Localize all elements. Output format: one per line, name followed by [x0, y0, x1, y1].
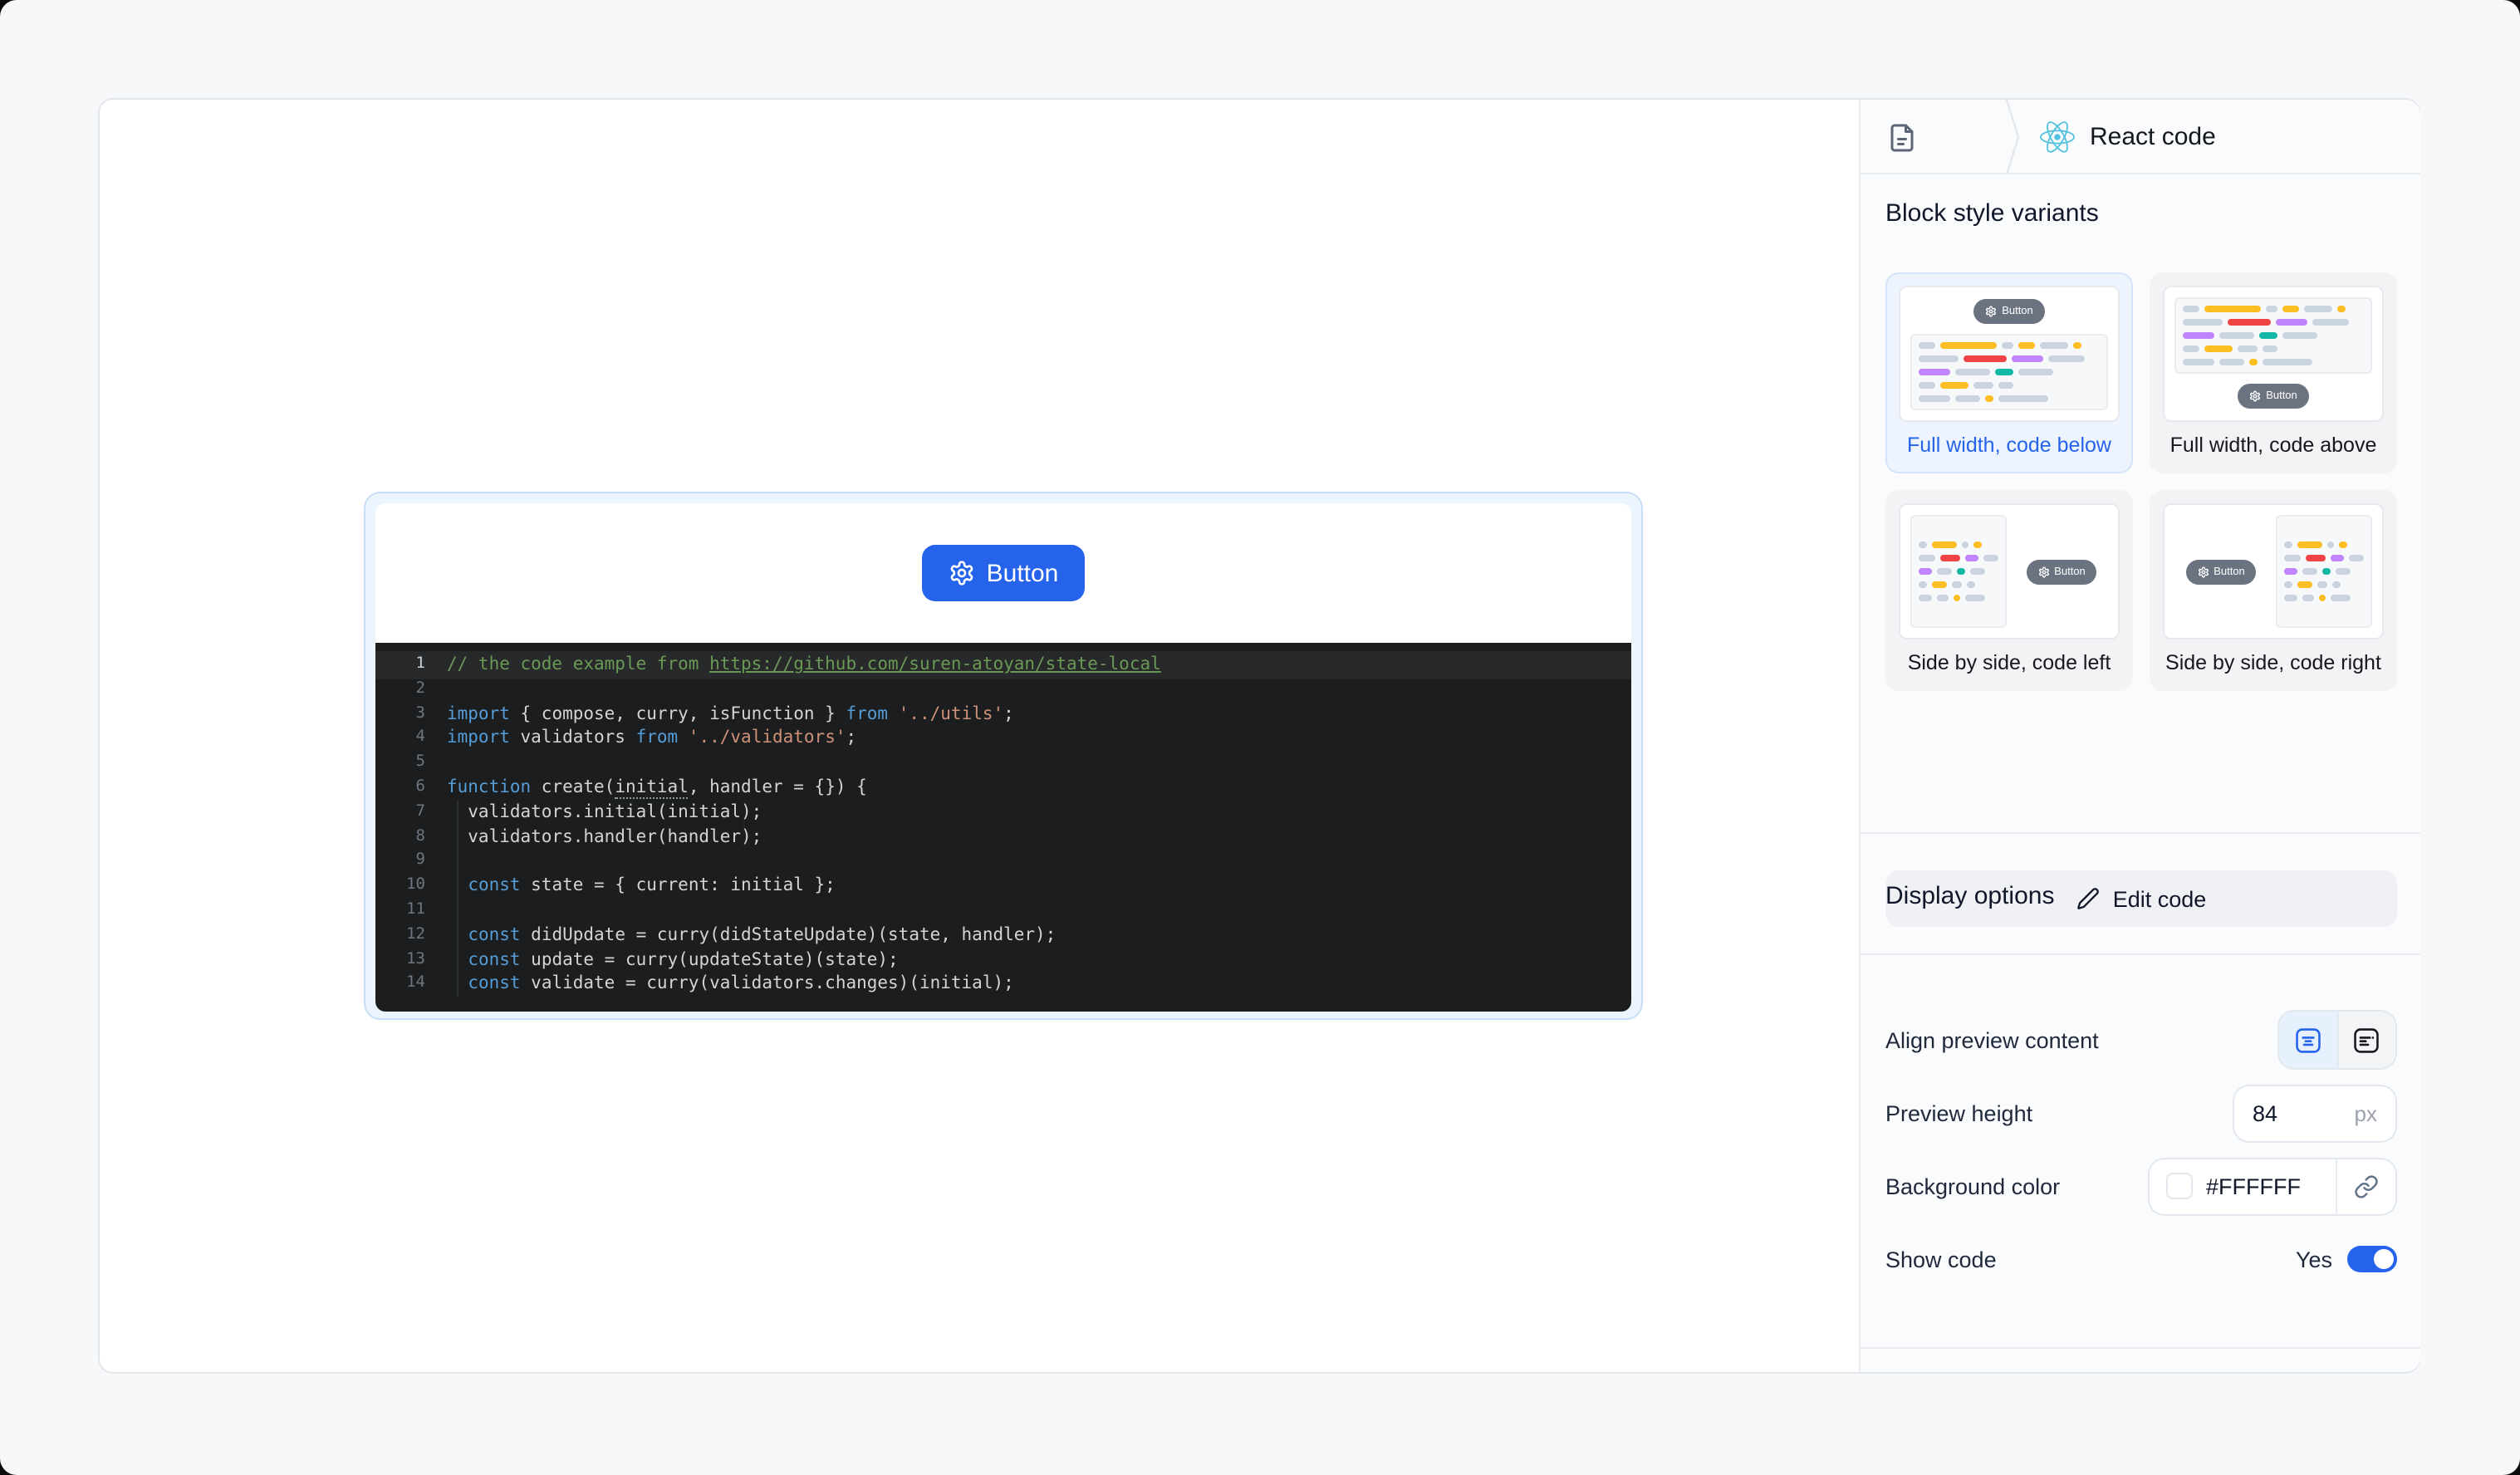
show-code-control: Yes [2296, 1246, 2397, 1272]
color-swatch[interactable] [2166, 1173, 2193, 1199]
background-color-row: Background color #FFFFFF [1885, 1156, 2397, 1216]
app-background: Button 1// the code example from https:/… [0, 0, 2520, 1475]
pencil-icon [2076, 888, 2099, 909]
align-left-option[interactable] [2336, 1012, 2395, 1068]
preview-height-unit: px [2354, 1100, 2377, 1125]
link-color-button[interactable] [2336, 1159, 2395, 1213]
variant-full-width-code-below[interactable]: Button Full width, code below [1885, 272, 2133, 473]
editor-window: Button 1// the code example from https:/… [98, 98, 2420, 1374]
selected-code-block[interactable]: Button 1// the code example from https:/… [364, 492, 1643, 1020]
variants-heading: Block style variants [1885, 199, 2099, 228]
display-options-heading: Display options [1885, 882, 2055, 910]
show-code-label: Show code [1885, 1247, 1997, 1272]
align-preview-row: Align preview content [1885, 1010, 2397, 1070]
show-code-state: Yes [2295, 1247, 2332, 1272]
settings-panel: React code Block style variants Button F… [1859, 100, 2420, 1372]
color-hex-value: #FFFFFF [2206, 1174, 2301, 1198]
block-preview-area: Button [375, 503, 1631, 643]
show-code-toggle[interactable] [2347, 1246, 2397, 1272]
section-divider [1861, 1347, 2420, 1349]
align-center-option[interactable] [2279, 1012, 2336, 1068]
file-icon[interactable] [1887, 122, 1917, 152]
background-color-control: #FFFFFF [2148, 1157, 2397, 1215]
code-editor[interactable]: 1// the code example from https://github… [375, 643, 1631, 1012]
preview-button[interactable]: Button [921, 545, 1086, 601]
variant-thumbnail: Button [1899, 286, 2120, 422]
background-color-value[interactable]: #FFFFFF [2150, 1159, 2336, 1213]
panel-header: React code [1861, 100, 2420, 174]
preview-height-label: Preview height [1885, 1100, 2033, 1125]
breadcrumb-current[interactable]: React code [2040, 100, 2216, 174]
background-color-label: Background color [1885, 1174, 2061, 1198]
align-left-icon [2354, 1027, 2380, 1052]
preview-height-row: Preview height px [1885, 1083, 2397, 1143]
code-lines: 1// the code example from https://github… [375, 653, 1631, 997]
section-divider [1861, 953, 2420, 955]
align-segmented-control [2277, 1010, 2397, 1070]
preview-height-input[interactable] [2253, 1100, 2336, 1125]
indent-guide [457, 801, 458, 997]
react-icon [2040, 121, 2075, 153]
align-preview-label: Align preview content [1885, 1027, 2099, 1052]
variant-side-by-side-code-right[interactable]: Button Side by side, code right [2150, 490, 2397, 691]
variant-thumbnail: Button [2163, 503, 2384, 639]
variant-thumbnail: Button [1899, 503, 2120, 639]
gear-icon [950, 561, 973, 586]
align-center-icon [2295, 1027, 2321, 1052]
variant-grid: Button Full width, code below Button Ful… [1885, 272, 2397, 691]
variant-side-by-side-code-left[interactable]: Button Side by side, code left [1885, 490, 2133, 691]
breadcrumb-separator-icon [2005, 100, 2020, 174]
link-icon [2355, 1174, 2378, 1198]
variant-thumbnail: Button [2163, 286, 2384, 422]
panel-title: React code [2090, 123, 2216, 151]
preview-height-field: px [2233, 1084, 2397, 1142]
show-code-row: Show code Yes [1885, 1229, 2397, 1289]
section-divider [1861, 832, 2420, 834]
toggle-knob [2374, 1249, 2394, 1269]
variant-full-width-code-above[interactable]: Button Full width, code above [2150, 272, 2397, 473]
preview-button-label: Button [986, 559, 1059, 587]
